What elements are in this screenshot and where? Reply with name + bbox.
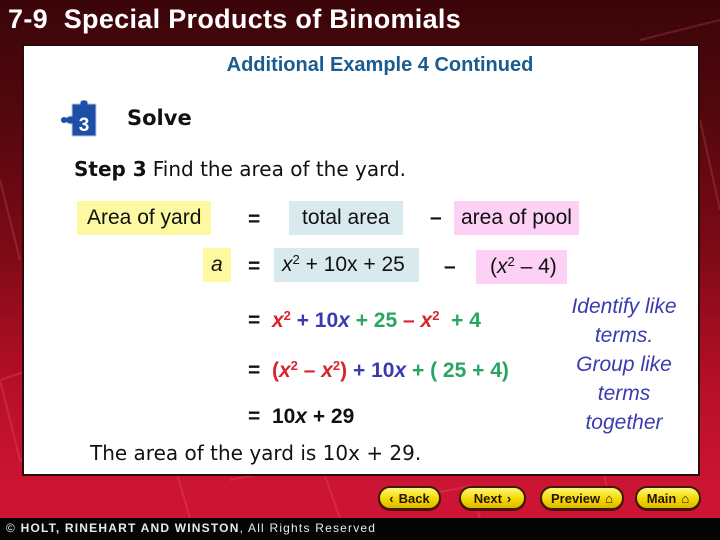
copyright-notice: © HOLT, RINEHART AND WINSTON, All Rights… [6,521,376,535]
term: + 10x [290,309,350,332]
expr-area-of-pool: (x2 – 4) [476,250,567,284]
back-button[interactable]: ‹ Back [378,486,441,510]
symbolic-equals: = [248,255,261,278]
lesson-number: 7-9 [8,4,48,34]
step-heading: Solve [127,106,192,130]
term: – x2 [297,357,341,382]
step-label: Step 3 [74,157,147,181]
step-instruction: Step 3 Find the area of the yard. [74,157,406,181]
lesson-title: Special Products of Binomials [63,4,462,34]
conclusion-text: The area of the yard is 10x + 29. [90,441,422,465]
simplification-step-identify: = x2 + 10x + 25 – x2 + 4 [248,306,481,336]
back-label: Back [398,490,430,506]
var-a: a [203,248,231,282]
chevron-right-icon: › [506,490,512,506]
home-icon: ⌂ [681,490,690,506]
var-x: x [282,253,293,276]
word-equals: = [248,208,261,231]
slide-title: 7-9 Special Products of Binomials [8,4,461,35]
preview-button[interactable]: Preview ⌂ [540,486,624,510]
term: + ( 25 + 4) [406,359,509,382]
step-badge: 3 [60,99,106,140]
exponent: 2 [292,251,300,267]
puzzle-piece-icon: 3 [61,99,97,137]
note-line: together [585,411,663,434]
next-button[interactable]: Next › [459,486,526,510]
simplification-step-group: = (x2 – x2) + 10x + ( 25 + 4) [248,356,509,386]
term: + 25 [349,309,403,332]
note-line: Identify like [571,295,677,318]
home-icon: ⌂ [605,490,613,506]
next-label: Next [473,490,502,506]
main-button[interactable]: Main ⌂ [635,486,701,510]
exponent: 2 [507,253,515,269]
expr-total-area: x2 + 10x + 25 [274,248,419,282]
step-text: Find the area of the yard. [152,157,407,181]
note-line: terms. [594,324,654,347]
term: – x2 [403,307,440,332]
term: (x2 [271,357,298,382]
open-paren: ( [490,255,497,278]
note-line: Group like [576,353,672,376]
expr-rest: – 4) [514,255,557,278]
equals-sign: = [248,359,272,382]
note-identify-like-terms: Identify like terms. [554,292,694,350]
copyright-symbol: © [6,521,17,535]
term: 10x + 29 [271,405,355,428]
var-x: x [497,255,508,278]
example-subtitle: Additional Example 4 Continued [226,54,534,76]
rights-text: , All Rights Reserved [239,521,377,535]
word-area-of-pool: area of pool [454,201,579,235]
content-panel: Additional Example 4 Continued 3 Solve S… [22,44,700,476]
expr-rest: + 10x + 25 [299,253,405,276]
term: x2 [271,307,291,332]
preview-label: Preview [550,490,601,506]
term: + 10x [347,359,407,382]
word-minus: – [430,206,442,229]
note-line: terms [597,382,651,405]
footer-bar: © HOLT, RINEHART AND WINSTON, All Rights… [0,518,720,540]
equals-sign: = [248,405,272,428]
word-area-of-yard: Area of yard [77,201,212,235]
symbolic-minus: – [444,255,456,278]
equals-sign: = [248,309,272,332]
main-label: Main [646,490,677,506]
word-total-area: total area [289,201,403,235]
simplification-result: = 10x + 29 [248,402,354,432]
chevron-left-icon: ‹ [389,490,394,506]
term: + 4 [439,309,481,332]
note-group-like-terms: Group like terms together [554,350,694,437]
step-number: 3 [79,115,90,136]
publisher-name: HOLT, RINEHART AND WINSTON [20,521,240,535]
